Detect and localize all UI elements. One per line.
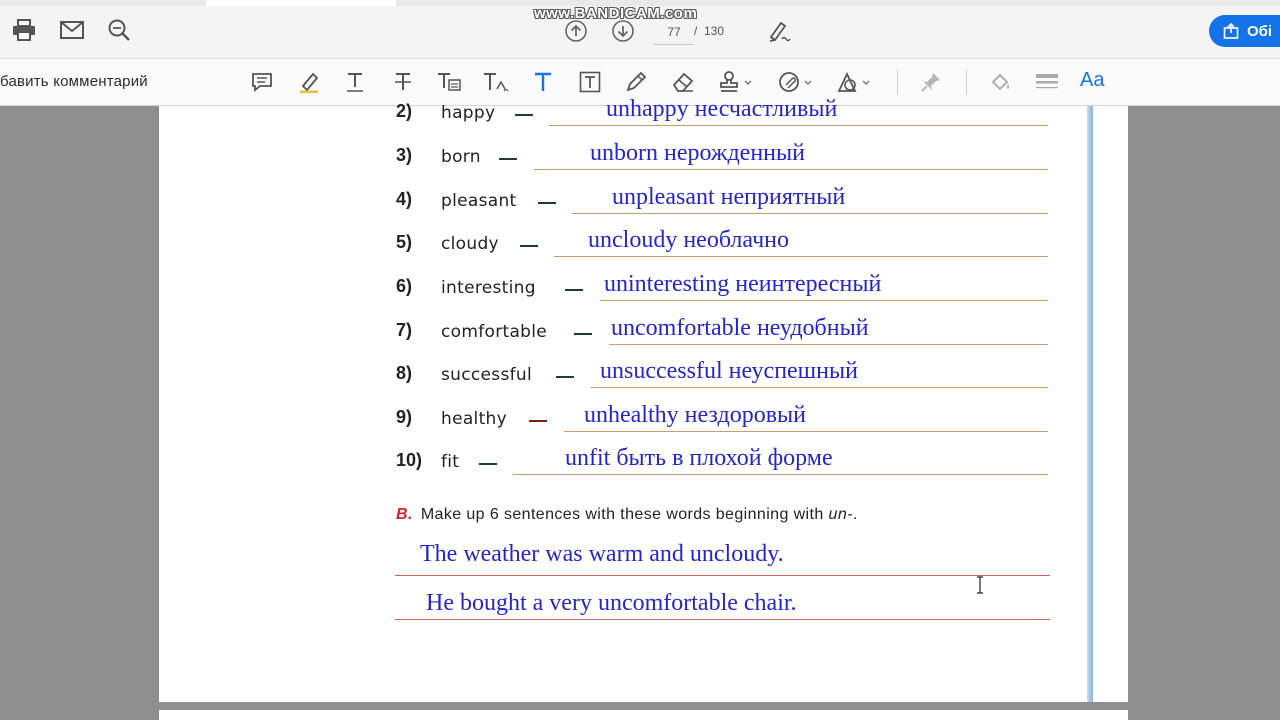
handwritten-sentence: The weather was warm and uncloudy. [420,541,784,567]
answer-line [513,474,1048,475]
answer-line [609,344,1048,345]
item-word: interesting [441,278,536,298]
answer-line [549,125,1048,126]
answer-line [600,300,1048,301]
handwritten-answer: unborn нерожденный [590,140,805,166]
text-box-icon[interactable] [575,67,605,97]
item-number: 6) [396,276,413,296]
line-weight-icon[interactable] [1032,67,1062,97]
main-toolbar: www.BANDICAM.com / 130 Обі [0,0,1280,59]
previous-page-icon[interactable] [562,17,590,45]
share-icon [1223,23,1239,39]
shapes-icon[interactable] [834,67,874,97]
item-dash [565,289,583,291]
zoom-search-icon[interactable] [105,16,133,44]
page-total: 130 [704,24,725,38]
handwritten-answer: uninteresting неинтересный [604,271,882,297]
handwritten-answer: uncomfortable неудобный [611,315,869,341]
task-prefix: un- [828,506,853,523]
item-dash [556,376,574,378]
handwritten-answer: unfit быть в плохой форме [565,445,833,471]
document-page: 2) happy unhappy несчастливый 3) born unborn … [159,96,1128,702]
handwritten-answer: uncloudy необлачно [588,227,790,253]
answer-line [554,256,1048,257]
replace-text-icon[interactable] [434,67,464,97]
text-properties-button[interactable]: Aa [1080,69,1104,92]
print-icon[interactable] [10,16,38,44]
item-dash [499,158,517,160]
item-dash [515,114,533,116]
handwritten-answer: unhappy несчастливый [606,96,838,122]
item-word: cloudy [441,234,499,254]
task-end: . [852,506,858,523]
answer-line [395,575,1050,576]
toolbar-divider [966,69,967,95]
email-icon[interactable] [58,16,86,44]
item-word: born [441,147,481,167]
attach-file-icon[interactable] [776,67,816,97]
strikethrough-text-icon[interactable] [388,67,418,97]
answer-line [572,213,1048,214]
sticky-note-icon[interactable] [247,67,277,97]
item-number: 5) [396,232,413,252]
task-b-instruction: B. Make up 6 sentences with these words b… [396,506,858,524]
underline-text-icon[interactable] [340,67,370,97]
item-number: 8) [396,363,413,383]
handwritten-answer: unsuccessful неуспешный [600,358,858,384]
handwritten-answer: unpleasant неприятный [612,184,846,210]
share-button[interactable]: Обі [1209,15,1280,47]
item-dash [479,463,497,465]
item-word: successful [441,365,532,385]
item-number: 10) [396,450,423,470]
page-separator: / [694,24,698,38]
item-dash [538,202,556,204]
item-number: 4) [396,189,413,209]
share-label: Обі [1247,22,1273,40]
item-number: 3) [396,145,413,165]
item-dash [574,333,592,335]
next-page-icon[interactable] [609,17,637,45]
sign-pen-icon[interactable] [766,17,794,45]
answer-line [564,431,1048,432]
add-comment-label[interactable]: бавить комментарий [0,73,148,90]
page-number-input[interactable] [654,20,694,45]
toolbar-divider [897,69,898,95]
draw-pencil-icon[interactable] [621,67,651,97]
item-dash [529,420,547,422]
handwritten-answer: unhealthy нездоровый [584,402,806,428]
task-letter: B. [396,506,413,523]
insert-text-icon[interactable] [481,67,511,97]
pin-icon[interactable] [916,67,946,97]
answer-line [395,619,1050,620]
add-text-icon[interactable] [528,67,558,97]
task-text: Make up 6 sentences with these words beg… [420,506,824,523]
highlight-icon[interactable] [294,67,324,97]
answer-line [591,387,1048,388]
active-tab[interactable] [206,0,396,6]
item-number: 7) [396,320,413,340]
item-word: comfortable [441,322,548,342]
item-number: 9) [396,407,413,427]
page-edge-shadow [1087,106,1093,702]
stamp-icon[interactable] [716,67,756,97]
eraser-icon[interactable] [668,67,698,97]
item-word: healthy [441,409,507,429]
answer-line [534,169,1048,170]
fill-color-icon[interactable] [986,67,1016,97]
item-dash [520,245,538,247]
item-number: 2) [396,101,413,121]
item-word: fit [441,452,460,472]
text-cursor-icon [977,576,983,594]
handwritten-sentence: He bought a very uncomfortable chair. [426,590,797,616]
item-word: pleasant [441,191,517,211]
next-document-page [159,710,1128,720]
item-word: happy [441,103,496,123]
